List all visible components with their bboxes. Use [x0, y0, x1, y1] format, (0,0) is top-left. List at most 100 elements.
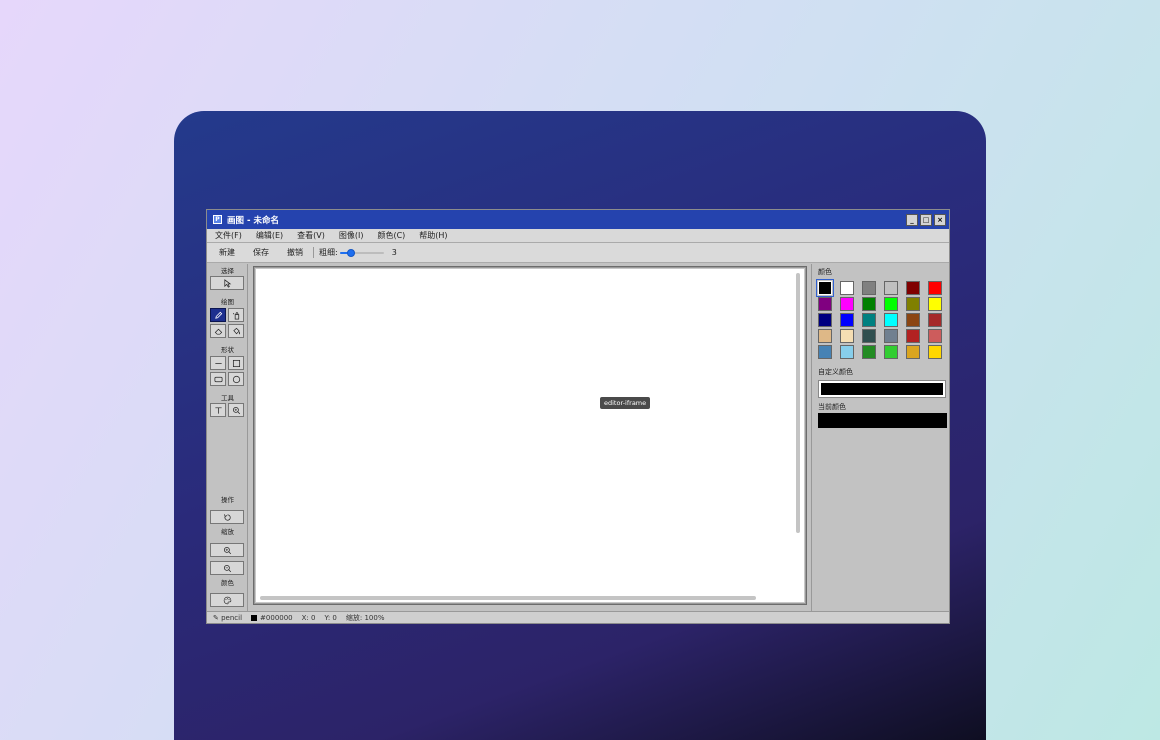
- zoom-out-button[interactable]: [210, 561, 244, 575]
- thickness-slider[interactable]: [339, 248, 384, 258]
- minimize-button[interactable]: _: [906, 213, 918, 226]
- status-color: #000000: [251, 614, 293, 622]
- color-swatch[interactable]: [928, 329, 942, 343]
- rotate-button[interactable]: [210, 510, 244, 524]
- zoom-in-button[interactable]: [210, 543, 244, 557]
- bucket-tool-button[interactable]: [228, 324, 244, 338]
- eraser-icon: [214, 328, 222, 335]
- color-swatch[interactable]: [840, 297, 854, 311]
- color-swatch[interactable]: [884, 329, 898, 343]
- color-swatch[interactable]: [862, 345, 876, 359]
- rounded-rect-tool-button[interactable]: [210, 372, 226, 386]
- magnifier-icon: [232, 406, 240, 414]
- text-tool-button[interactable]: [210, 403, 226, 417]
- line-icon: [214, 362, 222, 364]
- menu-color[interactable]: 颜色(C): [377, 230, 405, 241]
- rectangle-icon: [232, 359, 240, 367]
- color-swatch[interactable]: [862, 313, 876, 327]
- color-swatch[interactable]: [862, 297, 876, 311]
- editor-tooltip: editor-iframe: [600, 397, 651, 409]
- toolbar: 新建 保存 撤销 粗细: 3: [207, 243, 949, 263]
- section-zoom-label: 缩放: [221, 528, 234, 536]
- maximize-button[interactable]: □: [920, 213, 932, 226]
- rectangle-tool-button[interactable]: [228, 356, 244, 370]
- palette-button[interactable]: [210, 593, 244, 607]
- undo-button[interactable]: 撤销: [287, 247, 303, 258]
- magnifier-tool-button[interactable]: [228, 403, 244, 417]
- color-swatch[interactable]: [906, 345, 920, 359]
- color-swatch[interactable]: [906, 313, 920, 327]
- rounded-rectangle-icon: [214, 376, 222, 382]
- section-shape-label: 形状: [221, 346, 234, 354]
- pencil-tool-button[interactable]: [210, 308, 226, 322]
- color-swatch[interactable]: [818, 345, 832, 359]
- color-swatch[interactable]: [862, 281, 876, 295]
- palette-icon: [223, 596, 231, 604]
- ellipse-tool-button[interactable]: [228, 372, 244, 386]
- color-swatch[interactable]: [818, 329, 832, 343]
- color-swatch[interactable]: [928, 313, 942, 327]
- zoom-out-icon: [223, 564, 231, 572]
- paint-bucket-icon: [232, 327, 240, 334]
- color-swatch[interactable]: [840, 281, 854, 295]
- color-swatch[interactable]: [906, 329, 920, 343]
- thickness-label: 粗细:: [319, 248, 338, 257]
- window-title: 画图 - 未命名: [227, 215, 279, 226]
- close-button[interactable]: ×: [934, 213, 946, 226]
- color-swatch-grid: [816, 279, 942, 359]
- select-tool-button[interactable]: [210, 276, 244, 290]
- thickness-value: 3: [391, 248, 397, 257]
- menu-bar: 文件(F) 编辑(E) 查看(V) 图像(I) 颜色(C) 帮助(H): [207, 229, 949, 243]
- text-icon: [214, 406, 222, 414]
- zoom-in-icon: [223, 546, 231, 554]
- drawing-canvas[interactable]: [255, 268, 805, 603]
- new-button[interactable]: 新建: [219, 247, 235, 258]
- color-swatch[interactable]: [884, 313, 898, 327]
- color-swatch[interactable]: [884, 297, 898, 311]
- menu-edit[interactable]: 编辑(E): [256, 230, 283, 241]
- line-tool-button[interactable]: [210, 356, 226, 370]
- custom-color-label: 自定义颜色: [818, 368, 853, 376]
- custom-color-preview: [821, 383, 943, 395]
- select-icon: [223, 278, 231, 288]
- color-swatch[interactable]: [818, 313, 832, 327]
- vertical-scrollbar[interactable]: [796, 273, 800, 533]
- color-swatch[interactable]: [928, 297, 942, 311]
- status-tool-name: pencil: [221, 613, 243, 622]
- current-color-label: 当前颜色: [818, 403, 846, 411]
- custom-color-input[interactable]: [818, 380, 946, 398]
- menu-help[interactable]: 帮助(H): [419, 230, 447, 241]
- color-swatch[interactable]: [884, 345, 898, 359]
- horizontal-scrollbar[interactable]: [260, 596, 756, 600]
- color-swatch[interactable]: [906, 281, 920, 295]
- section-tool-label: 工具: [221, 394, 234, 402]
- status-tool: ✎ pencil: [213, 614, 242, 622]
- color-panel: 颜色 自定义颜色 当前颜色: [811, 264, 949, 611]
- slider-knob[interactable]: [346, 248, 355, 257]
- fill-bucket-icon: [232, 311, 239, 319]
- color-swatch[interactable]: [840, 345, 854, 359]
- eraser-tool-button[interactable]: [210, 324, 226, 338]
- menu-view[interactable]: 查看(V): [297, 230, 325, 241]
- color-swatch[interactable]: [906, 297, 920, 311]
- palette-title: 颜色: [818, 268, 832, 276]
- menu-file[interactable]: 文件(F): [215, 230, 242, 241]
- title-bar[interactable]: P 画图 - 未命名 _ □ ×: [207, 210, 949, 229]
- rotate-icon: [223, 513, 231, 521]
- status-color-value: #000000: [260, 613, 293, 622]
- pencil-icon: ✎: [213, 613, 219, 622]
- color-swatch[interactable]: [840, 329, 854, 343]
- color-swatch[interactable]: [862, 329, 876, 343]
- color-swatch[interactable]: [928, 281, 942, 295]
- menu-image[interactable]: 图像(I): [339, 230, 364, 241]
- fill-tool-button[interactable]: [228, 308, 244, 322]
- color-swatch[interactable]: [816, 279, 834, 297]
- color-swatch[interactable]: [928, 345, 942, 359]
- save-button[interactable]: 保存: [253, 247, 269, 258]
- color-swatch[interactable]: [840, 313, 854, 327]
- color-swatch[interactable]: [818, 297, 832, 311]
- status-color-swatch: [251, 614, 258, 621]
- tool-panel: 选择 绘图 形状 工具 操作 缩放 颜色: [207, 264, 248, 611]
- section-draw-label: 绘图: [221, 298, 234, 306]
- color-swatch[interactable]: [884, 281, 898, 295]
